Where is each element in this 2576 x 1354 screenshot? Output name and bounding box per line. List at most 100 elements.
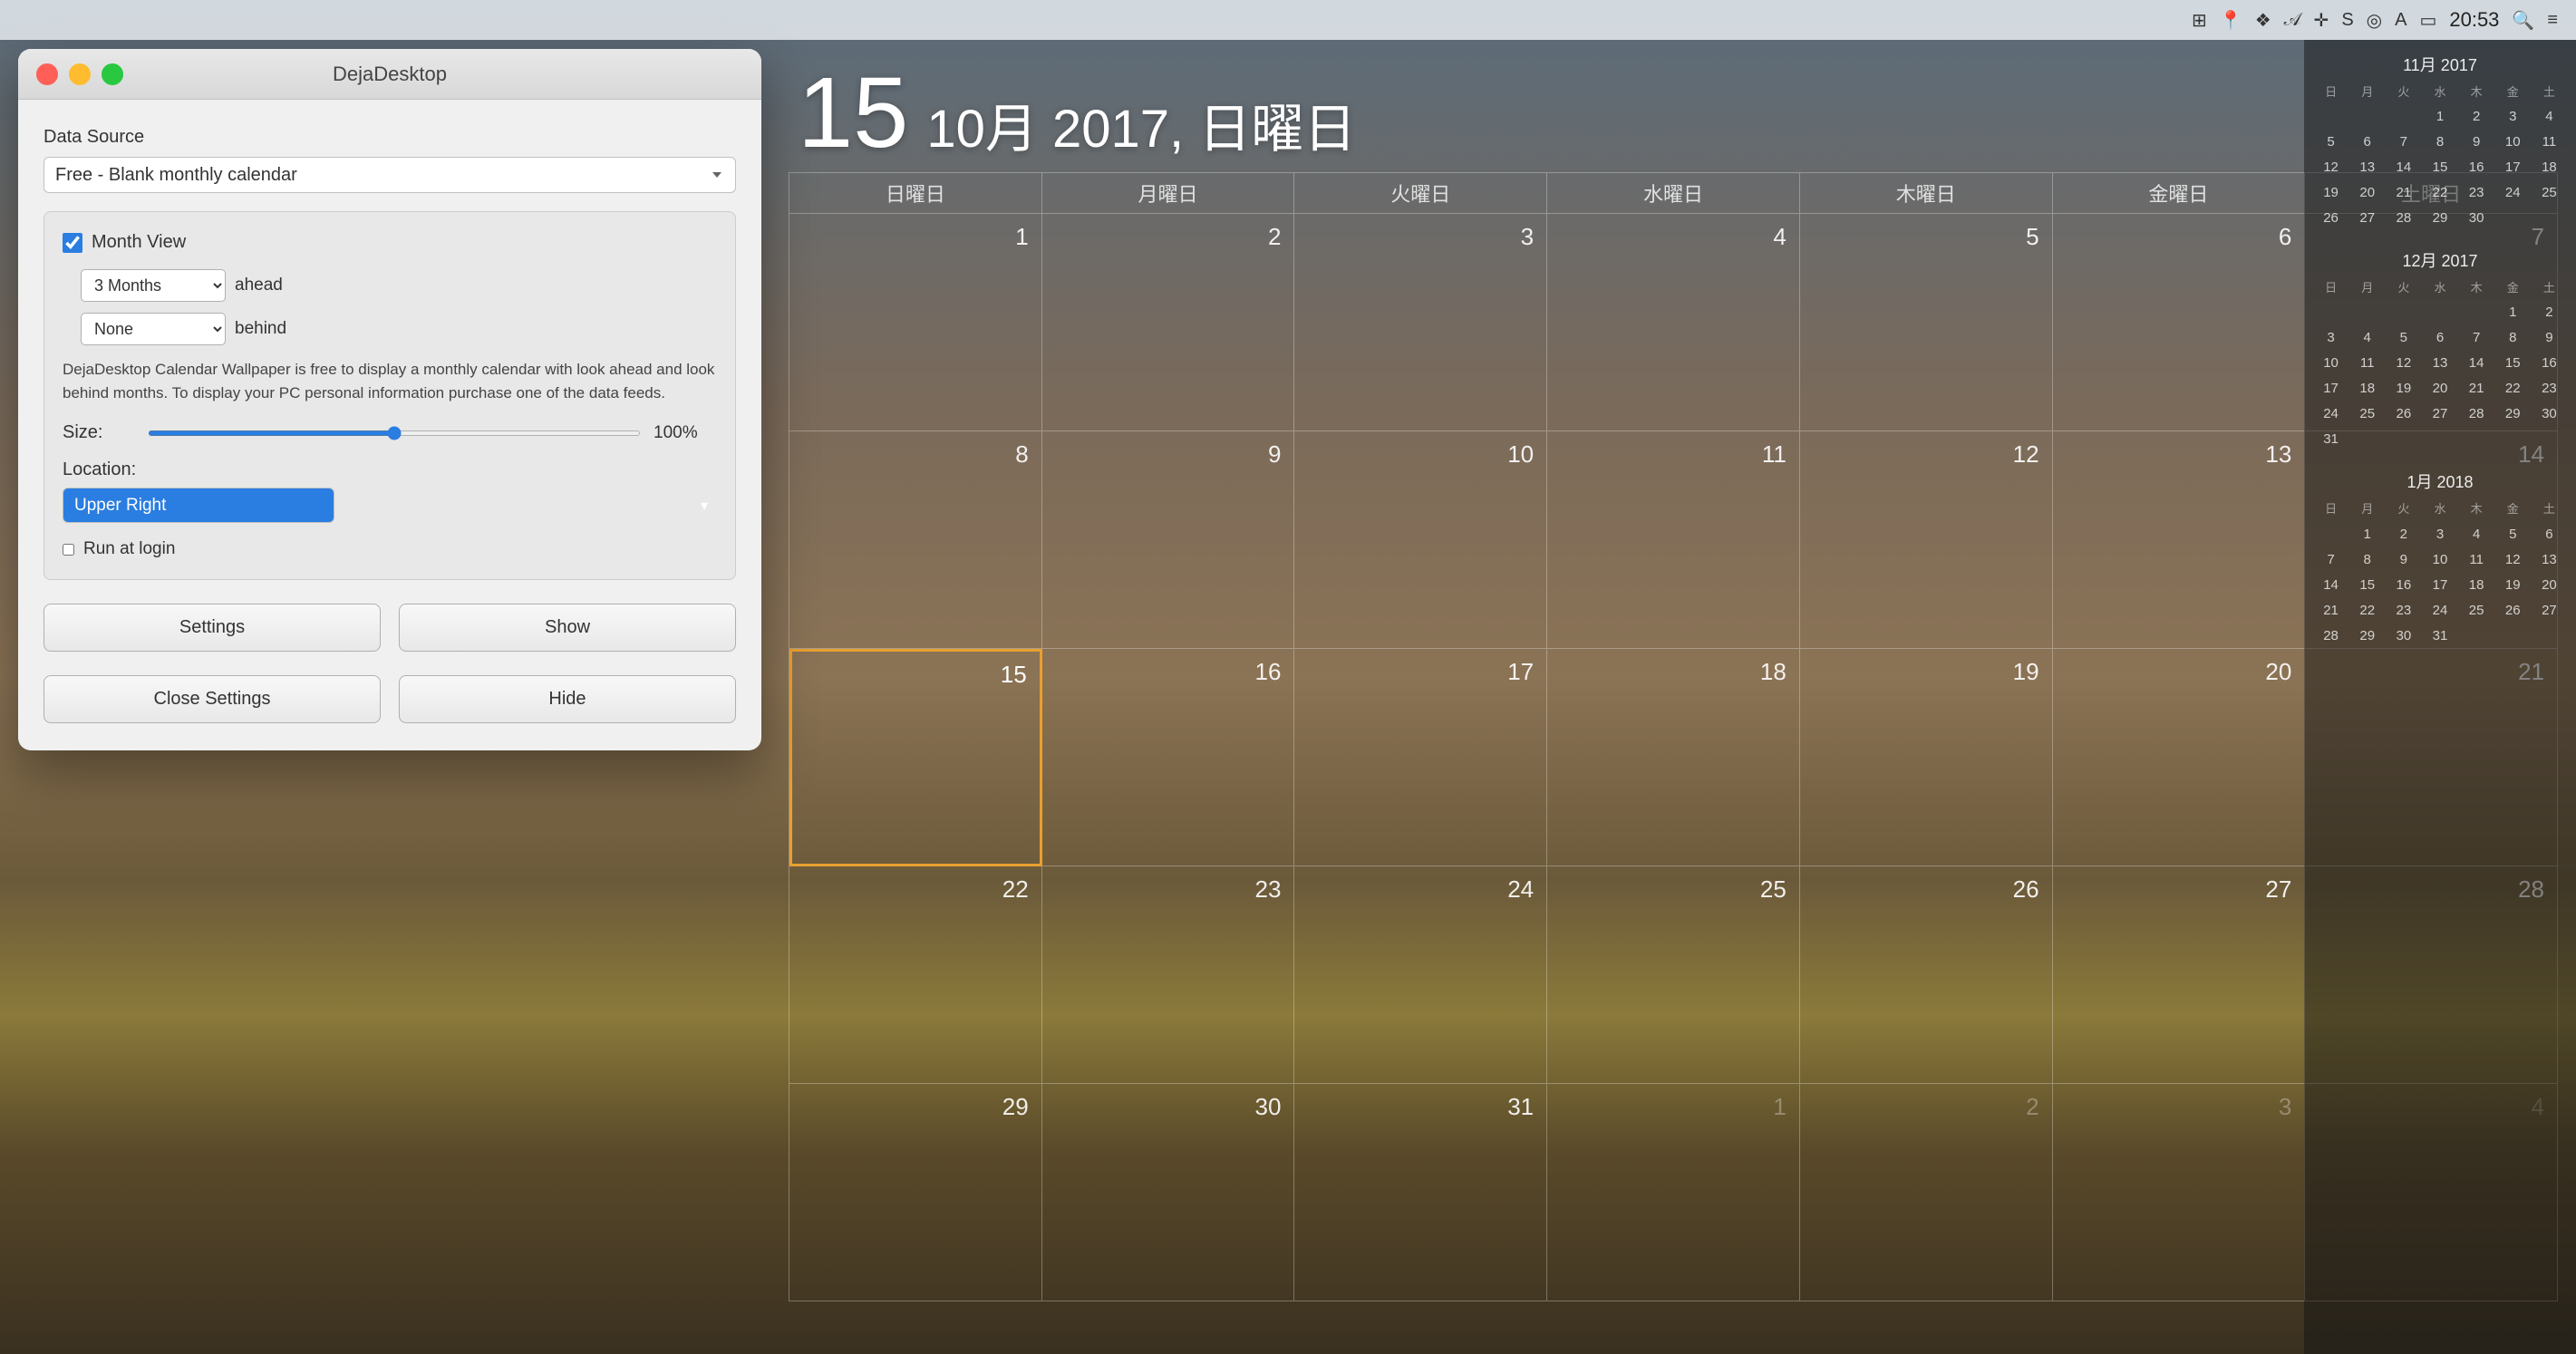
mini-calendar-cell: 23 — [2459, 180, 2494, 205]
mini-calendar-cell: 14 — [2313, 573, 2348, 597]
settings-window: DejaDesktop Data Source Free - Blank mon… — [18, 49, 761, 750]
mini-calendar-panel: 11月 2017日月火水木金土1234567891011121314151617… — [2304, 40, 2576, 1354]
mini-calendar-cell: 24 — [2422, 598, 2457, 623]
calendar-cell-number: 5 — [1813, 223, 2039, 251]
mini-calendar-cell — [2495, 624, 2531, 648]
mini-calendar-cell: 30 — [2386, 624, 2421, 648]
mini-calendar-cell: 20 — [2349, 180, 2385, 205]
mini-calendar-cell: 19 — [2495, 573, 2531, 597]
mini-calendar-cell — [2313, 104, 2348, 129]
month-view-checkbox[interactable] — [63, 233, 82, 253]
mini-calendar-cell: 6 — [2422, 325, 2457, 350]
mini-weekday-header: 土 — [2532, 82, 2567, 103]
mini-weekday-header: 木 — [2459, 82, 2494, 103]
calendar-cell-number: 1 — [1560, 1093, 1787, 1121]
search-icon[interactable]: 🔍 — [2512, 9, 2534, 32]
ahead-select[interactable]: 3 Months 1 Month 2 Months 4 Months None — [81, 269, 226, 302]
mini-calendar-cell: 12 — [2386, 351, 2421, 375]
mini-calendar-cell: 21 — [2313, 598, 2348, 623]
mini-calendar-cell: 1 — [2495, 300, 2531, 324]
mini-calendar-cell: 16 — [2386, 573, 2421, 597]
mini-calendar-cell: 22 — [2349, 598, 2385, 623]
data-source-select[interactable]: Free - Blank monthly calendar — [44, 157, 736, 193]
mini-calendar-cell: 19 — [2313, 180, 2348, 205]
mini-calendar-cell: 17 — [2495, 155, 2531, 179]
calendar-cell-number: 1 — [802, 223, 1029, 251]
mini-calendar-cell: 26 — [2495, 598, 2531, 623]
mini-calendar-cell: 13 — [2532, 547, 2567, 572]
mini-calendar-cell: 15 — [2349, 573, 2385, 597]
weekday-header: 金曜日 — [2053, 172, 2306, 214]
weekday-header: 水曜日 — [1547, 172, 1800, 214]
mini-calendar-cell: 20 — [2422, 376, 2457, 401]
calendar-cell: 15 — [789, 649, 1042, 866]
calendar-cell: 22 — [789, 866, 1042, 1084]
mini-weekday-header: 水 — [2422, 277, 2457, 299]
calendar-cell: 18 — [1547, 649, 1800, 866]
mini-calendar-cell: 7 — [2313, 547, 2348, 572]
ahead-label: ahead — [235, 276, 283, 295]
mini-calendar-cell: 20 — [2532, 573, 2567, 597]
mini-calendar-cell: 7 — [2459, 325, 2494, 350]
mini-calendar-title: 11月 2017 — [2313, 53, 2567, 76]
maximize-button[interactable] — [102, 63, 123, 85]
calendar-cell-number: 20 — [2066, 658, 2292, 686]
mini-calendar: 1月 2018日月火水木金土12345678910111213141516171… — [2313, 469, 2567, 647]
description-text: DejaDesktop Calendar Wallpaper is free t… — [63, 358, 717, 404]
settings-button[interactable]: Settings — [44, 604, 381, 652]
mini-calendar-cell — [2459, 300, 2494, 324]
mini-weekday-header: 木 — [2459, 277, 2494, 299]
location-label: Location: — [63, 459, 717, 480]
mini-calendar-cell — [2349, 300, 2385, 324]
mini-calendar-cell: 7 — [2386, 130, 2421, 154]
mini-calendar-cell: 18 — [2532, 155, 2567, 179]
show-button[interactable]: Show — [399, 604, 736, 652]
size-label: Size: — [63, 422, 135, 443]
mini-calendar-cell: 9 — [2532, 325, 2567, 350]
mini-calendar-cell: 28 — [2386, 206, 2421, 230]
mini-calendar-cell: 18 — [2349, 376, 2385, 401]
weekday-header: 月曜日 — [1042, 172, 1295, 214]
weekday-header: 木曜日 — [1800, 172, 2053, 214]
weekday-header: 火曜日 — [1294, 172, 1547, 214]
mini-calendar-cell: 11 — [2459, 547, 2494, 572]
mini-calendar-cell: 4 — [2532, 104, 2567, 129]
mini-weekday-header: 月 — [2349, 82, 2385, 103]
list-icon[interactable]: ≡ — [2547, 10, 2558, 31]
mini-calendar-cell: 29 — [2349, 624, 2385, 648]
mini-calendar-cell: 13 — [2422, 351, 2457, 375]
calendar-cell-number: 27 — [2066, 875, 2292, 904]
hide-button[interactable]: Hide — [399, 675, 736, 723]
mini-weekday-header: 日 — [2313, 498, 2348, 520]
calendar-cell: 24 — [1294, 866, 1547, 1084]
mini-calendar-cell: 26 — [2313, 206, 2348, 230]
bottom-buttons-row: Close Settings Hide — [44, 675, 736, 723]
behind-select[interactable]: None 1 Month 2 Months 3 Months — [81, 313, 226, 345]
run-at-login-checkbox[interactable] — [63, 544, 74, 556]
size-slider[interactable] — [148, 430, 641, 436]
mini-weekday-header: 月 — [2349, 277, 2385, 299]
minimize-button[interactable] — [69, 63, 91, 85]
calendar-cell-number: 11 — [1560, 440, 1787, 469]
mini-calendar-cell: 10 — [2313, 351, 2348, 375]
calendar-cell: 1 — [1547, 1084, 1800, 1301]
behind-label: behind — [235, 319, 286, 339]
menubar-time: 20:53 — [2449, 8, 2499, 32]
mini-calendar: 12月 2017日月火水木金土1234567891011121314151617… — [2313, 248, 2567, 451]
location-select[interactable]: Upper Right Upper Left Lower Right Lower… — [63, 488, 334, 523]
close-button[interactable] — [36, 63, 58, 85]
mini-calendar-grid: 日月火水木金土123456789101112131415161718192021… — [2313, 277, 2567, 451]
mini-calendar-cell — [2386, 427, 2421, 451]
mini-calendar-cell: 2 — [2532, 300, 2567, 324]
calendar-cell-number: 25 — [1560, 875, 1787, 904]
mini-calendar-cell: 21 — [2459, 376, 2494, 401]
mini-calendar-cell: 30 — [2459, 206, 2494, 230]
behind-row: None 1 Month 2 Months 3 Months behind — [81, 313, 717, 345]
calendar-month-year: 10月 2017, 日曜日 — [926, 86, 1356, 162]
data-source-section: Data Source Free - Blank monthly calenda… — [44, 127, 736, 193]
month-view-label[interactable]: Month View — [63, 232, 186, 253]
calendar-cell: 31 — [1294, 1084, 1547, 1301]
close-settings-button[interactable]: Close Settings — [44, 675, 381, 723]
month-view-row: Month View — [63, 232, 717, 253]
calendar-day-number: 15 — [798, 63, 908, 163]
